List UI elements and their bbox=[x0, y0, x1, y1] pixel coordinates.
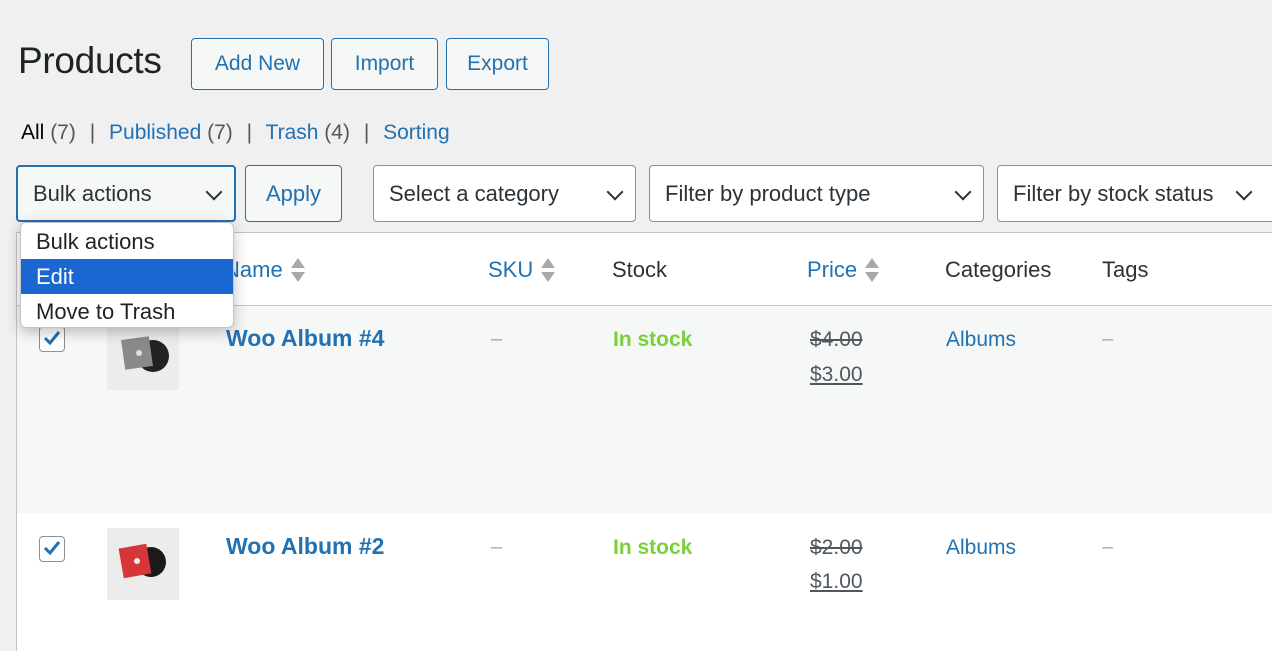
column-sku[interactable]: SKU bbox=[488, 257, 556, 283]
column-price[interactable]: Price bbox=[807, 257, 880, 283]
sku-value: – bbox=[491, 328, 503, 350]
column-categories: Categories bbox=[945, 257, 1051, 283]
regular-price: $4.00 bbox=[810, 328, 863, 351]
column-stock: Stock bbox=[612, 257, 667, 283]
column-tags-label: Tags bbox=[1102, 257, 1149, 282]
column-sku-label: SKU bbox=[488, 257, 534, 282]
stock-status-select[interactable]: Filter by stock status bbox=[997, 165, 1272, 222]
stock-status: In stock bbox=[613, 536, 693, 559]
dropdown-option-bulk-actions[interactable]: Bulk actions bbox=[21, 224, 233, 259]
regular-price: $2.00 bbox=[810, 536, 863, 559]
view-sorting[interactable]: Sorting bbox=[383, 121, 450, 144]
tags-value: – bbox=[1102, 536, 1114, 558]
chevron-down-icon bbox=[606, 183, 624, 200]
sale-price: $1.00 bbox=[810, 570, 863, 593]
import-button[interactable]: Import bbox=[331, 38, 438, 90]
bulk-actions-value: Bulk actions bbox=[33, 180, 152, 206]
separator: | bbox=[89, 121, 96, 144]
separator: | bbox=[363, 121, 370, 144]
sale-price: $3.00 bbox=[810, 363, 863, 386]
table-row: Woo Album #4 – In stock $4.00 $3.00 Albu… bbox=[17, 306, 1272, 513]
chevron-down-icon bbox=[205, 183, 223, 200]
view-all[interactable]: All bbox=[21, 121, 44, 144]
chevron-down-icon bbox=[954, 183, 972, 200]
dropdown-option-move-to-trash[interactable]: Move to Trash bbox=[21, 294, 233, 327]
product-name-link[interactable]: Woo Album #2 bbox=[226, 533, 384, 560]
bulk-actions-select[interactable]: Bulk actions bbox=[16, 165, 236, 222]
sku-value: – bbox=[491, 536, 503, 558]
bulk-actions-dropdown: Bulk actions Edit Move to Trash bbox=[20, 222, 234, 328]
separator: | bbox=[246, 121, 253, 144]
export-button[interactable]: Export bbox=[446, 38, 549, 90]
column-tags: Tags bbox=[1102, 257, 1148, 283]
column-stock-label: Stock bbox=[612, 257, 668, 282]
page-title: Products bbox=[18, 40, 162, 81]
album-image-icon bbox=[107, 318, 179, 390]
sort-icon bbox=[290, 257, 305, 283]
product-name-link[interactable]: Woo Album #4 bbox=[226, 325, 384, 352]
add-new-button[interactable]: Add New bbox=[191, 38, 324, 90]
view-all-count: (7) bbox=[50, 121, 76, 144]
category-select[interactable]: Select a category bbox=[373, 165, 636, 222]
product-thumbnail[interactable] bbox=[107, 528, 179, 600]
column-price-label: Price bbox=[807, 257, 858, 282]
column-categories-label: Categories bbox=[945, 257, 1052, 282]
tags-value: – bbox=[1102, 328, 1114, 350]
row-checkbox[interactable] bbox=[39, 326, 65, 352]
sort-icon bbox=[541, 257, 556, 283]
row-checkbox[interactable] bbox=[39, 536, 65, 562]
table-row: Woo Album #2 – In stock $2.00 $1.00 Albu… bbox=[17, 514, 1272, 651]
view-filters: All (7) | Published (7) | Trash (4) | So… bbox=[21, 121, 450, 145]
product-thumbnail[interactable] bbox=[107, 318, 179, 390]
product-type-value: Filter by product type bbox=[665, 180, 871, 206]
view-published-count: (7) bbox=[207, 121, 233, 144]
album-image-icon bbox=[107, 528, 179, 600]
category-link[interactable]: Albums bbox=[946, 328, 1016, 352]
category-link[interactable]: Albums bbox=[946, 536, 1016, 560]
checkmark-icon bbox=[43, 331, 61, 346]
apply-button[interactable]: Apply bbox=[245, 165, 342, 222]
sort-icon bbox=[865, 257, 880, 283]
chevron-down-icon bbox=[1235, 183, 1253, 200]
column-name[interactable]: Name bbox=[224, 257, 305, 283]
product-type-select[interactable]: Filter by product type bbox=[649, 165, 984, 222]
view-trash[interactable]: Trash bbox=[266, 121, 319, 144]
category-value: Select a category bbox=[389, 180, 559, 206]
dropdown-option-edit[interactable]: Edit bbox=[21, 259, 233, 294]
view-published[interactable]: Published bbox=[109, 121, 201, 144]
checkmark-icon bbox=[43, 541, 61, 556]
view-trash-count: (4) bbox=[324, 121, 350, 144]
stock-status: In stock bbox=[613, 328, 693, 351]
stock-status-value: Filter by stock status bbox=[1013, 180, 1214, 206]
